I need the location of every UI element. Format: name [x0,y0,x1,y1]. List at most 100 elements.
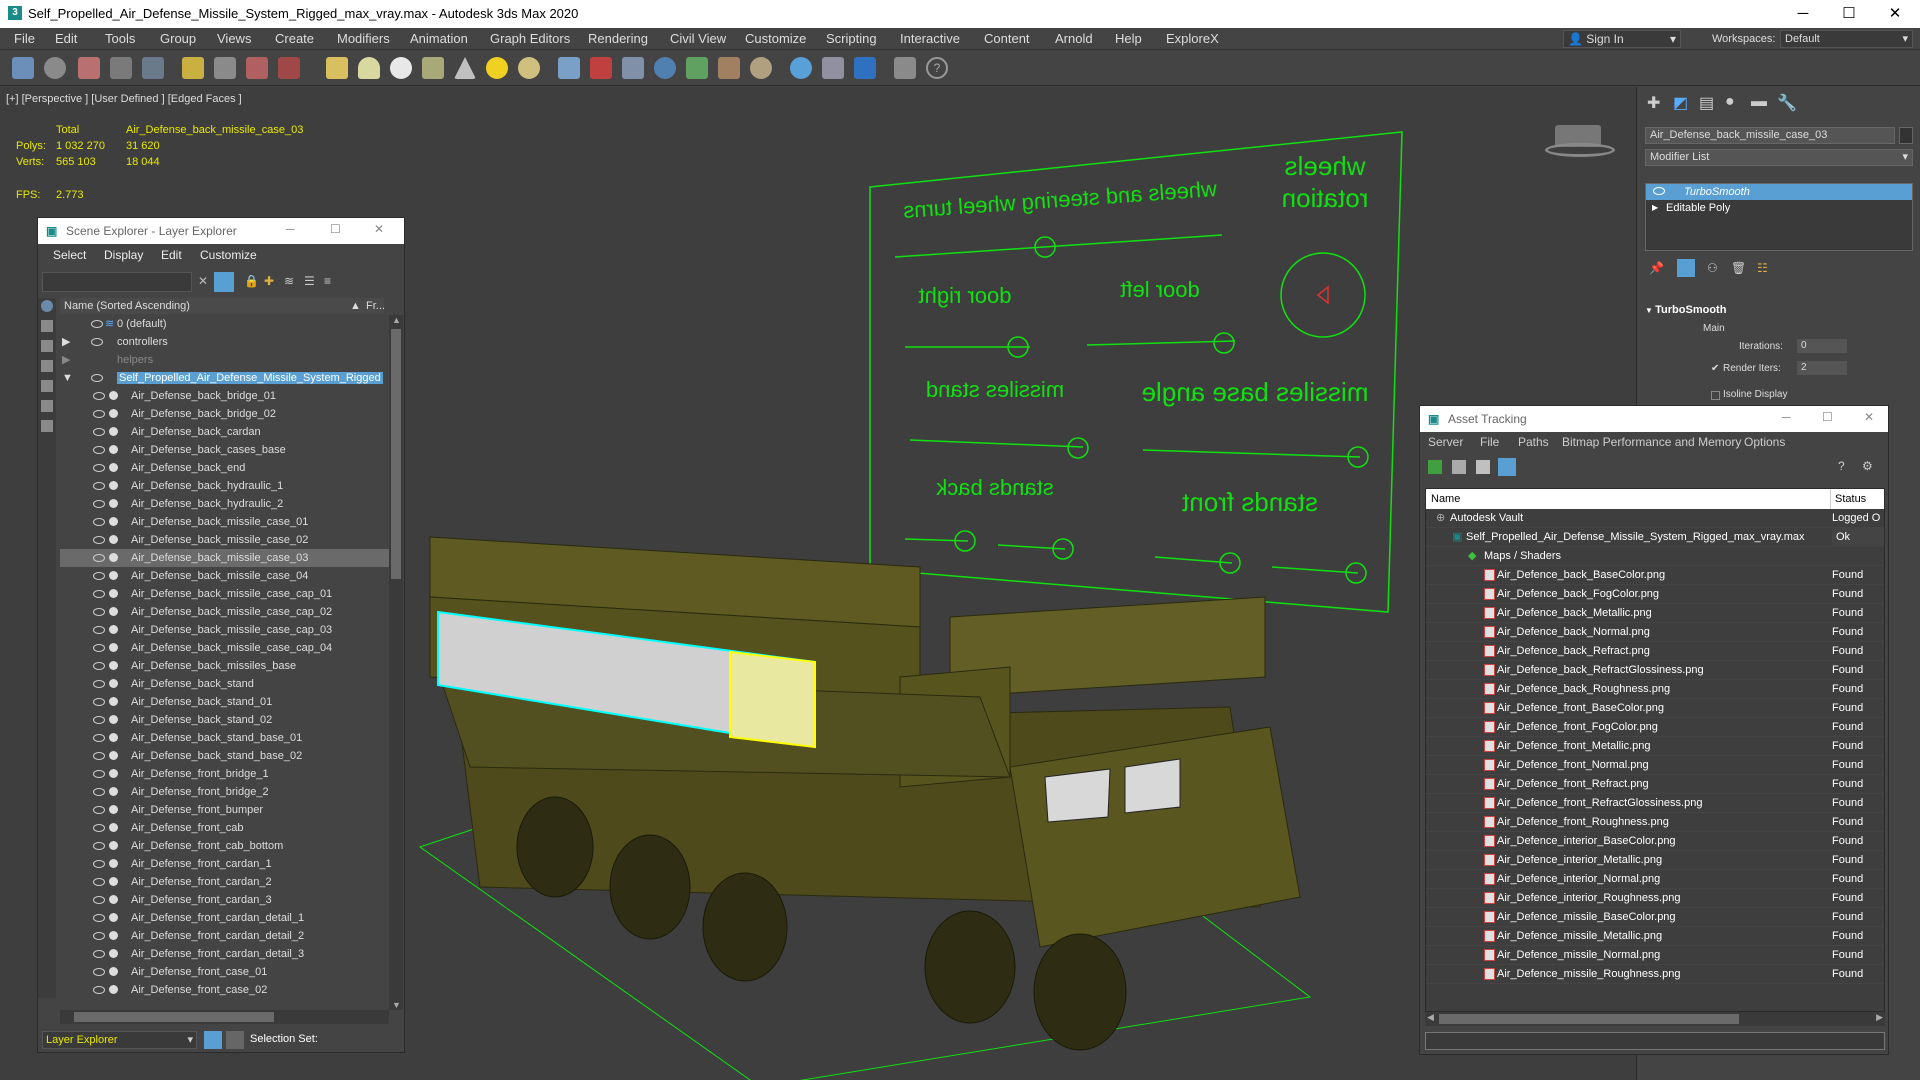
menu-display[interactable]: Display [104,248,143,262]
remove-modifier-icon[interactable]: 🗑 [1731,261,1746,275]
asset-row[interactable]: Air_Defence_front_FogColor.png Found [1426,718,1884,737]
layers-icon[interactable]: ≋ [284,274,294,288]
minimize-icon[interactable]: ─ [286,222,295,236]
visibility-eye-icon[interactable] [93,968,105,976]
asset-row[interactable]: Air_Defence_interior_Normal.png Found [1426,870,1884,889]
visibility-eye-icon[interactable] [93,446,105,454]
teapot-icon[interactable] [422,57,444,79]
list-view-icon[interactable] [1452,460,1466,474]
menu-paths[interactable]: Paths [1518,435,1549,449]
hierarchy-sort-icon[interactable] [226,1031,244,1049]
close-icon[interactable]: ✕ [1864,410,1874,424]
scroll-down-icon[interactable]: ▼ [392,1000,401,1010]
clear-search-icon[interactable]: ✕ [198,274,208,288]
menu-bitmap-performance[interactable]: Bitmap Performance and Memory [1562,435,1741,449]
maximize-button[interactable]: ☐ [1826,0,1872,28]
object-row[interactable]: Air_Defense_front_cardan_1 [60,855,390,873]
asset-tracking-titlebar[interactable]: ▣ Asset Tracking ─ ☐ ✕ [1420,406,1888,432]
asset-row[interactable]: Air_Defence_back_BaseColor.png Found [1426,566,1884,585]
visibility-eye-icon[interactable] [91,338,103,346]
asset-row[interactable]: Air_Defence_missile_Metallic.png Found [1426,927,1884,946]
shapes-filter-icon[interactable] [41,340,53,352]
object-row[interactable]: Air_Defense_back_cardan [60,423,390,441]
visibility-eye-icon[interactable] [93,914,105,922]
menu-customize[interactable]: Customize [200,248,257,262]
asset-row[interactable]: Air_Defence_back_Refract.png Found [1426,642,1884,661]
cloth-icon[interactable] [750,57,772,79]
visibility-eye-icon[interactable] [93,626,105,634]
refresh-icon[interactable] [1428,460,1442,474]
asset-row[interactable]: ◆ Maps / Shaders [1426,547,1884,566]
render-iters-checkbox[interactable]: ✔ [1711,363,1719,374]
display-tab-icon[interactable]: ▬ [1751,93,1767,111]
object-row[interactable]: Air_Defense_back_missiles_base [60,657,390,675]
scroll-thumb[interactable] [391,329,401,579]
asset-row[interactable]: Air_Defence_front_BaseColor.png Found [1426,699,1884,718]
box-icon[interactable] [326,57,348,79]
object-name-field[interactable]: Air_Defense_back_missile_case_03 [1645,127,1895,144]
explorer-type-dropdown[interactable]: Layer Explorer ▾ [42,1031,197,1049]
collapse-arrow-icon[interactable]: ▼ [1645,306,1655,315]
object-row[interactable]: Air_Defense_back_hydraulic_2 [60,495,390,513]
object-row[interactable]: Air_Defense_front_bumper [60,801,390,819]
scene-explorer-titlebar[interactable]: ▣ Scene Explorer - Layer Explorer ─ ☐ ✕ [38,218,404,244]
visibility-eye-icon[interactable] [93,770,105,778]
asset-row[interactable]: Air_Defence_back_Normal.png Found [1426,623,1884,642]
visibility-eye-icon[interactable] [1653,187,1665,195]
object-row[interactable]: Air_Defense_back_stand_02 [60,711,390,729]
asset-horizontal-scrollbar[interactable]: ◀ ▶ [1425,1012,1885,1026]
visibility-eye-icon[interactable] [93,842,105,850]
object-row[interactable]: Air_Defense_back_stand_base_02 [60,747,390,765]
menu-scripting[interactable]: Scripting [826,31,877,46]
select-by-name-icon[interactable] [246,57,268,79]
layer-row[interactable]: ▼ Self_Propelled_Air_Defense_Missile_Sys… [60,369,390,387]
visibility-eye-icon[interactable] [93,788,105,796]
menu-animation[interactable]: Animation [410,31,468,46]
asset-row[interactable]: ▣ Self_Propelled_Air_Defense_Missile_Sys… [1426,528,1884,547]
menu-server[interactable]: Server [1428,435,1463,449]
object-color-swatch[interactable] [1899,127,1913,144]
help-icon[interactable]: ? [1838,459,1845,473]
help-icon[interactable]: ? [926,57,948,79]
expand-arrow-icon[interactable]: ▶ [62,333,70,351]
visibility-eye-icon[interactable] [93,932,105,940]
light-icon[interactable] [486,57,508,79]
visibility-eye-icon[interactable] [91,320,103,328]
isoline-checkbox[interactable] [1711,391,1720,400]
menu-file[interactable]: File [14,31,35,46]
asset-row[interactable]: Air_Defence_back_RefractGlossiness.png Fo… [1426,661,1884,680]
object-row[interactable]: Air_Defense_back_missile_case_cap_02 [60,603,390,621]
render-icon[interactable] [854,57,876,79]
object-row[interactable]: Air_Defense_back_stand_base_01 [60,729,390,747]
make-unique-icon[interactable]: ⚇ [1707,261,1718,275]
object-row[interactable]: Air_Defense_front_cardan_3 [60,891,390,909]
stack-item-editable-poly[interactable]: ▶ Editable Poly [1646,200,1912,216]
unlink-icon[interactable] [110,57,132,79]
visibility-eye-icon[interactable] [93,554,105,562]
visibility-eye-icon[interactable] [93,410,105,418]
undo-icon[interactable] [12,57,34,79]
hierarchy-tab-icon[interactable]: ▤ [1699,93,1714,113]
link-icon[interactable] [78,57,100,79]
scroll-left-icon[interactable]: ◀ [1427,1012,1434,1023]
grass-icon[interactable] [686,57,708,79]
cylinder-icon[interactable] [358,57,380,79]
layer-row[interactable]: ▶ helpers [60,351,390,369]
layer-row[interactable]: ▶ controllers [60,333,390,351]
asset-row[interactable]: Air_Defence_back_Metallic.png Found [1426,604,1884,623]
pin-stack-icon[interactable]: 📌 [1649,261,1664,275]
scroll-thumb[interactable] [74,1012,274,1022]
close-button[interactable]: ✕ [1872,0,1918,28]
menu-file[interactable]: File [1480,435,1499,449]
asset-row[interactable]: Air_Defence_front_Roughness.png Found [1426,813,1884,832]
object-row[interactable]: Air_Defense_front_bridge_1 [60,765,390,783]
grid-snap-icon[interactable] [558,57,580,79]
object-row[interactable]: Air_Defense_back_missile_case_02 [60,531,390,549]
configure-modifier-sets-icon[interactable]: ☷ [1757,261,1768,275]
asset-row[interactable]: Air_Defence_back_FogColor.png Found [1426,585,1884,604]
visibility-eye-icon[interactable] [93,752,105,760]
asset-row[interactable]: Air_Defence_interior_Metallic.png Found [1426,851,1884,870]
sphere-icon[interactable] [390,57,412,79]
select-filter-icon[interactable] [182,57,204,79]
object-row[interactable]: Air_Defense_front_cardan_detail_2 [60,927,390,945]
